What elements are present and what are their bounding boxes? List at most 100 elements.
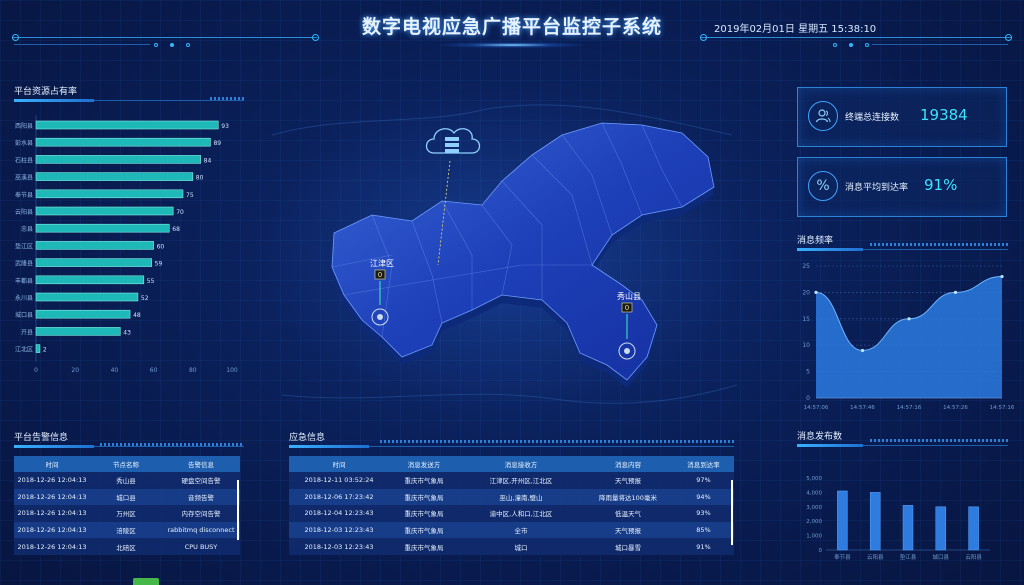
- marker-value: 0: [625, 304, 629, 312]
- table-row[interactable]: 2018-12-26 12:04:13 涪陵区 rabbitmq disconn…: [14, 521, 240, 539]
- table-row[interactable]: 2018-12-03 12:23:43 重庆市气象局 全市 天气预报 85%: [289, 521, 734, 539]
- header-right-node: [700, 34, 707, 41]
- x-tick-label: 14:57:46: [850, 405, 875, 411]
- publish-title-underline: [863, 445, 1008, 446]
- publish-bar-chart: 0 1,000 2,000 3,000 4,000 5,000 奉节县 云阳县 垫江县 城口县 云阳…: [806, 476, 990, 561]
- cell-content: 低温天气: [583, 505, 673, 522]
- taskbar-app-icon[interactable]: [133, 578, 159, 585]
- table-row[interactable]: 2018-12-26 12:04:13 北碚区 CPU BUSY: [14, 538, 240, 555]
- cell-time: 2018-12-11 03:52:24: [289, 472, 389, 489]
- bar: [35, 258, 152, 267]
- x-tick-label: 80: [189, 367, 197, 374]
- x-tick-label: 垫江县: [900, 553, 917, 561]
- cell-rate: 91%: [673, 538, 734, 555]
- table-row[interactable]: 2018-12-26 12:04:13 万州区 内存空间告警: [14, 505, 240, 522]
- cell-sender: 重庆市气象局: [389, 505, 459, 522]
- bar: [902, 505, 914, 551]
- y-tick-label: 5: [806, 369, 810, 376]
- cell-message: 内存空间告警: [162, 505, 240, 522]
- data-point: [814, 290, 818, 294]
- y-tick-label: 15: [802, 316, 810, 323]
- header-datetime: 2019年02月01日 星期五 15:38:10: [714, 24, 877, 35]
- data-point: [860, 348, 865, 353]
- alarm-col-message: 告警信息: [162, 456, 240, 472]
- emergency-col-time: 时间: [289, 456, 389, 472]
- resource-panel-title: 平台资源占有率: [14, 87, 78, 97]
- bar-value-label: 75: [186, 192, 194, 199]
- header-right-subline: [872, 44, 1008, 45]
- cell-node: 城口县: [90, 488, 162, 506]
- cell-content: 天气预报: [583, 472, 673, 489]
- bar-value-label: 60: [157, 243, 165, 250]
- alarm-table-scrollbar[interactable]: [237, 480, 239, 540]
- resource-bar-chart: 西阳县 93 彭水县 89 石柱县 84 巫溪县 80 奉节县 75 云阳县 70 忠县 68 垫江区 60 武…: [15, 115, 238, 374]
- alarm-title-stripes: [100, 443, 244, 446]
- arrival-rate-value: 91%: [924, 176, 958, 194]
- frequency-title-stripes: [870, 243, 1008, 246]
- cell-time: 2018-12-06 17:23:42: [289, 488, 389, 506]
- y-tick-label: 5,000: [806, 476, 822, 482]
- x-tick-label: 60: [150, 367, 158, 374]
- bar-category-label: 彭水县: [15, 139, 33, 147]
- table-row[interactable]: 2018-12-26 12:04:13 秀山县 硬盘空间告警: [14, 472, 240, 489]
- bar: [35, 241, 154, 250]
- cell-time: 2018-12-26 12:04:13: [14, 521, 90, 539]
- bar-category-label: 垫江区: [15, 242, 33, 250]
- marker-center: [377, 314, 383, 320]
- header-pager-dot: [833, 43, 837, 47]
- bar-category-label: 石柱县: [15, 156, 33, 164]
- bar-category-label: 忠县: [21, 225, 33, 233]
- emergency-col-content: 消息内容: [583, 456, 673, 472]
- bar-value-label: 93: [221, 123, 229, 130]
- frequency-area-chart: 0 5 10 15 20 25 14:57:06 14:57:46 14:57:16 14:57:…: [802, 263, 1014, 411]
- cell-rate: 94%: [673, 488, 734, 506]
- y-tick-label: 0: [819, 548, 823, 554]
- bar: [35, 344, 41, 353]
- table-row[interactable]: 2018-12-04 12:23:43 重庆市气象局 渝中区,人和口,江北区 低…: [289, 505, 734, 522]
- bar: [35, 327, 121, 336]
- y-tick-label: 2,000: [806, 519, 822, 525]
- bar-category-label: 丰都县: [15, 277, 33, 285]
- marker-value: 0: [378, 271, 382, 279]
- bar-category-label: 巫溪县: [15, 174, 33, 182]
- y-tick-label: 4,000: [806, 490, 822, 496]
- bar: [35, 292, 139, 302]
- cell-time: 2018-12-26 12:04:13: [14, 488, 90, 506]
- header-pager-dot: [186, 43, 190, 47]
- emergency-table-scrollbar[interactable]: [731, 480, 733, 545]
- emergency-col-receiver: 消息接收方: [459, 456, 583, 472]
- y-tick-label: 1,000: [806, 534, 822, 540]
- resource-title-stripes: [210, 97, 244, 100]
- marker-label: 江津区: [370, 258, 394, 268]
- bar-category-label: 江北区: [15, 346, 33, 354]
- publish-title-stripes: [870, 439, 1008, 442]
- table-row[interactable]: 2018-12-26 12:04:13 城口县 音频告警: [14, 488, 240, 506]
- x-tick-label: 云阳县: [965, 553, 982, 561]
- alarm-table: 时间 节点名称 告警信息 2018-12-26 12:04:13 秀山县 硬盘空…: [14, 456, 240, 555]
- header-pager-dot-active: [170, 43, 174, 47]
- bar: [35, 206, 174, 216]
- header-pager-dot: [865, 43, 869, 47]
- bar-category-label: 云阳县: [15, 208, 33, 216]
- title-glow: [440, 42, 584, 48]
- bar: [968, 506, 979, 551]
- cell-sender: 重庆市气象局: [389, 472, 459, 489]
- table-row[interactable]: 2018-12-03 12:23:43 重庆市气象局 城口 城口暴雪 91%: [289, 538, 734, 555]
- emergency-table-header: 时间 消息发送方 消息接收方 消息内容 消息到达率: [289, 456, 734, 472]
- cell-receiver: 渝中区,人和口,江北区: [459, 505, 583, 522]
- emergency-title-stripes: [380, 440, 734, 443]
- table-row[interactable]: 2018-12-06 17:23:42 重庆市气象局 巫山,潼南,璧山 降雨量将…: [289, 488, 734, 506]
- area-fill: [816, 276, 1002, 398]
- emergency-table: 时间 消息发送方 消息接收方 消息内容 消息到达率 2018-12-11 03:…: [289, 456, 734, 555]
- user-icon: [808, 101, 838, 131]
- alarm-title-bar: [14, 445, 94, 448]
- percent-icon: %: [808, 171, 838, 201]
- cell-message: rabbitmq disconnect: [162, 521, 240, 539]
- connections-card: 终端总连接数 19384: [797, 87, 1007, 147]
- frequency-title-bar: [797, 248, 863, 251]
- bar-value-label: 55: [147, 278, 155, 285]
- table-row[interactable]: 2018-12-11 03:52:24 重庆市气象局 江津区,开州区,江北区 天…: [289, 472, 734, 489]
- cell-sender: 重庆市气象局: [389, 538, 459, 555]
- cell-node: 涪陵区: [90, 521, 162, 539]
- chongqing-map: 江津区 0 秀山县 0: [262, 95, 742, 415]
